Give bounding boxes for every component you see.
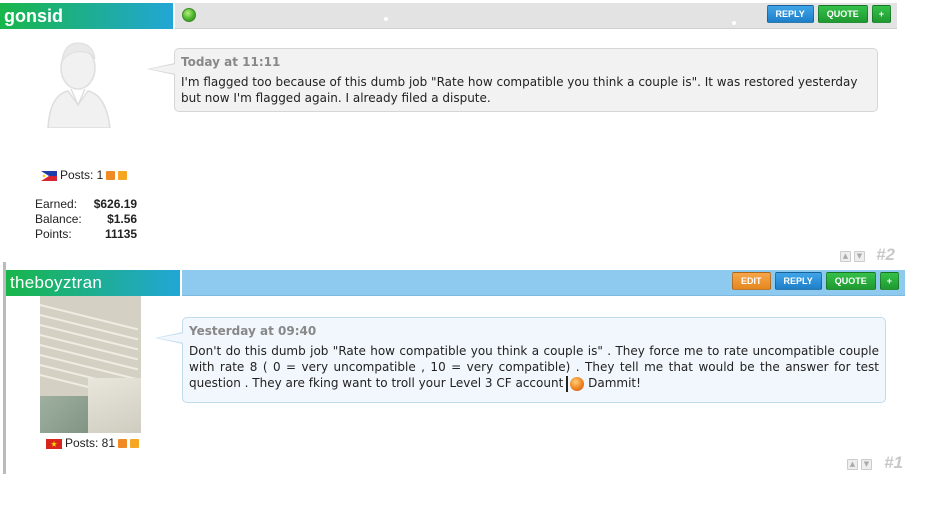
post-theboyztran: theboyztran EDIT REPLY QUOTE + Posts: 81… (0, 262, 905, 477)
multi-quote-button[interactable]: + (871, 5, 891, 23)
profile-icon[interactable] (130, 439, 140, 449)
stat-row: Earned: $626.19 (35, 197, 137, 212)
reply-button[interactable]: REPLY (774, 272, 822, 290)
vote-down-icon[interactable]: ▼ (861, 459, 872, 470)
post-header-bar: REPLY QUOTE + (175, 3, 897, 29)
bubble-tail-inner (157, 333, 184, 343)
smiley-icon (570, 376, 585, 391)
reply-button[interactable]: REPLY (766, 5, 814, 23)
rss-icon[interactable] (106, 171, 116, 181)
post-actions: REPLY QUOTE + (766, 5, 891, 23)
vote-up-icon[interactable]: ▲ (847, 459, 858, 470)
vote-down-icon[interactable]: ▼ (854, 251, 865, 262)
edit-button[interactable]: EDIT (732, 272, 771, 290)
username[interactable]: theboyztran (10, 273, 102, 292)
posts-count: Posts: 1 (60, 168, 104, 182)
quote-button[interactable]: QUOTE (825, 272, 876, 290)
text-cursor (566, 375, 569, 392)
username[interactable]: gonsid (4, 6, 63, 26)
quote-button[interactable]: QUOTE (817, 5, 868, 23)
stat-row: Balance: $1.56 (35, 212, 137, 227)
rss-icon[interactable] (118, 439, 128, 449)
stat-value: $1.56 (107, 212, 138, 226)
stat-value: 11135 (105, 227, 138, 241)
vote-arrows: ▲ ▼ (847, 459, 872, 470)
decorative-dot (384, 17, 388, 21)
message-text: Don't do this dumb job "Rate how compati… (189, 343, 879, 392)
philippines-flag-icon (41, 170, 57, 181)
posts-count: Posts: 81 (65, 436, 116, 450)
message-text: I'm flagged too because of this dumb job… (181, 75, 858, 105)
message-text-main: Don't do this dumb job "Rate how compati… (189, 344, 879, 390)
username-bar[interactable]: theboyztran (6, 270, 180, 296)
user-avatar[interactable] (40, 296, 141, 433)
vote-up-icon[interactable]: ▲ (840, 251, 851, 262)
online-status-icon (182, 8, 196, 22)
vote-arrows: ▲ ▼ (840, 251, 865, 262)
vietnam-flag-icon (46, 438, 62, 449)
decorative-dot (732, 21, 736, 25)
stat-value: $626.19 (93, 197, 138, 211)
post-header-bar: EDIT REPLY QUOTE + (182, 270, 905, 296)
user-stats: Earned: $626.19 Balance: $1.56 Points: 1113… (35, 197, 137, 242)
profile-icon[interactable] (118, 171, 128, 181)
user-post-count: Posts: 1 (41, 168, 128, 182)
post-timestamp[interactable]: Yesterday at 09:40 (189, 323, 879, 339)
message-bubble: Today at 11:11 I'm flagged too because o… (147, 48, 878, 112)
default-avatar-icon[interactable] (38, 33, 118, 128)
message-text-end: Dammit! (588, 376, 641, 390)
stat-row: Points: 11135 (35, 227, 137, 242)
stat-label: Points: (35, 227, 72, 241)
multi-quote-button[interactable]: + (879, 272, 899, 290)
username-bar[interactable]: gonsid (0, 3, 173, 29)
user-post-count: Posts: 81 (46, 436, 140, 450)
post-gonsid: gonsid REPLY QUOTE + Posts: 1 Earned: $62… (0, 0, 905, 264)
message-bubble: Yesterday at 09:40 Don't do this dumb jo… (155, 317, 886, 403)
stat-label: Earned: (35, 197, 78, 211)
stat-label: Balance: (35, 212, 82, 226)
post-timestamp[interactable]: Today at 11:11 (181, 54, 871, 70)
post-actions: EDIT REPLY QUOTE + (732, 272, 899, 290)
bubble-tail-inner (149, 64, 176, 74)
post-number[interactable]: #1 (884, 453, 903, 473)
